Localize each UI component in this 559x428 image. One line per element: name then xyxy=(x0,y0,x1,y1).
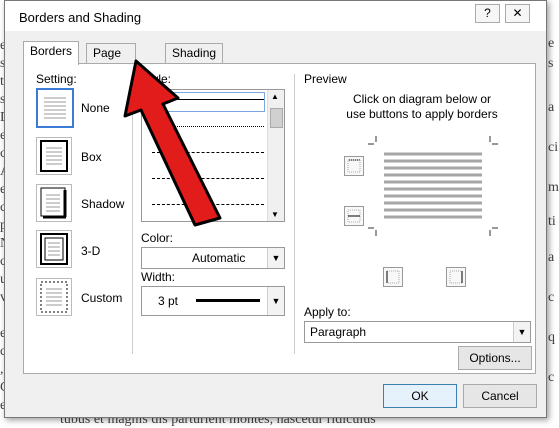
style-scrollbar[interactable]: ▲ ▼ xyxy=(267,90,284,221)
scroll-down-icon[interactable]: ▼ xyxy=(271,210,279,219)
left-border-icon[interactable] xyxy=(383,267,403,287)
preview-label: Preview xyxy=(304,72,347,86)
borders-panel: Setting: None Box Shadow 3-D Custom Styl… xyxy=(23,63,536,374)
tab-page-border[interactable]: Page Border xyxy=(86,43,137,79)
width-value: 3 pt xyxy=(158,294,179,308)
width-label: Width: xyxy=(141,270,176,284)
borders-and-shading-dialog: Borders and Shading ? ✕ Borders Page Bor… xyxy=(4,0,547,418)
close-button[interactable]: ✕ xyxy=(505,4,530,23)
style-long-dash-line[interactable] xyxy=(152,178,264,179)
setting-3d-label[interactable]: 3-D xyxy=(81,244,100,258)
options-button[interactable]: Options... xyxy=(458,346,532,370)
cancel-button[interactable]: Cancel xyxy=(463,384,537,408)
preview-diagram[interactable] xyxy=(368,136,498,236)
chevron-down-icon[interactable]: ▼ xyxy=(267,287,284,315)
setting-none-label[interactable]: None xyxy=(81,101,110,115)
scroll-up-icon[interactable]: ▲ xyxy=(271,92,279,101)
setting-box-label[interactable]: Box xyxy=(81,150,102,164)
chevron-down-icon[interactable]: ▼ xyxy=(267,248,284,268)
style-selection xyxy=(145,92,265,112)
style-dash-dot-line[interactable] xyxy=(152,204,264,205)
color-label: Color: xyxy=(141,231,174,245)
style-dotted-line[interactable] xyxy=(152,126,264,127)
tab-shading[interactable]: Shading xyxy=(165,43,224,63)
setting-custom-label[interactable]: Custom xyxy=(81,291,122,305)
style-dashed-line[interactable] xyxy=(152,152,264,153)
width-dropdown[interactable]: 3 pt ▼ xyxy=(141,286,285,316)
apply-to-value: Paragraph xyxy=(310,325,367,339)
dialog-title: Borders and Shading xyxy=(19,10,142,25)
chevron-down-icon[interactable]: ▼ xyxy=(513,322,530,342)
divider xyxy=(132,74,133,354)
inside-border-icon[interactable] xyxy=(344,206,364,226)
setting-box-icon[interactable] xyxy=(36,137,72,175)
setting-none-icon[interactable] xyxy=(36,88,74,128)
title-bar: Borders and Shading ? ✕ xyxy=(5,1,546,31)
apply-to-label: Apply to: xyxy=(304,305,351,319)
setting-shadow-icon[interactable] xyxy=(36,184,72,222)
color-value: Automatic xyxy=(192,251,246,265)
right-border-icon[interactable] xyxy=(446,267,466,287)
color-dropdown[interactable]: Automatic ▼ xyxy=(141,247,285,269)
tab-borders[interactable]: Borders xyxy=(23,41,80,65)
ok-button[interactable]: OK xyxy=(383,384,457,408)
setting-3d-icon[interactable] xyxy=(36,230,72,268)
style-listbox[interactable]: ▲ ▼ xyxy=(141,89,285,222)
setting-shadow-label[interactable]: Shadow xyxy=(81,197,124,211)
setting-custom-icon[interactable] xyxy=(36,278,72,316)
setting-label: Setting: xyxy=(36,72,77,86)
divider xyxy=(294,74,295,354)
top-border-icon[interactable] xyxy=(344,156,364,176)
help-button[interactable]: ? xyxy=(475,4,500,23)
apply-to-dropdown[interactable]: Paragraph ▼ xyxy=(304,321,531,343)
width-line-sample xyxy=(196,299,260,302)
style-label: Style: xyxy=(141,72,172,86)
preview-instructions: Click on diagram below or use buttons to… xyxy=(346,92,498,121)
scroll-thumb[interactable] xyxy=(270,108,283,128)
